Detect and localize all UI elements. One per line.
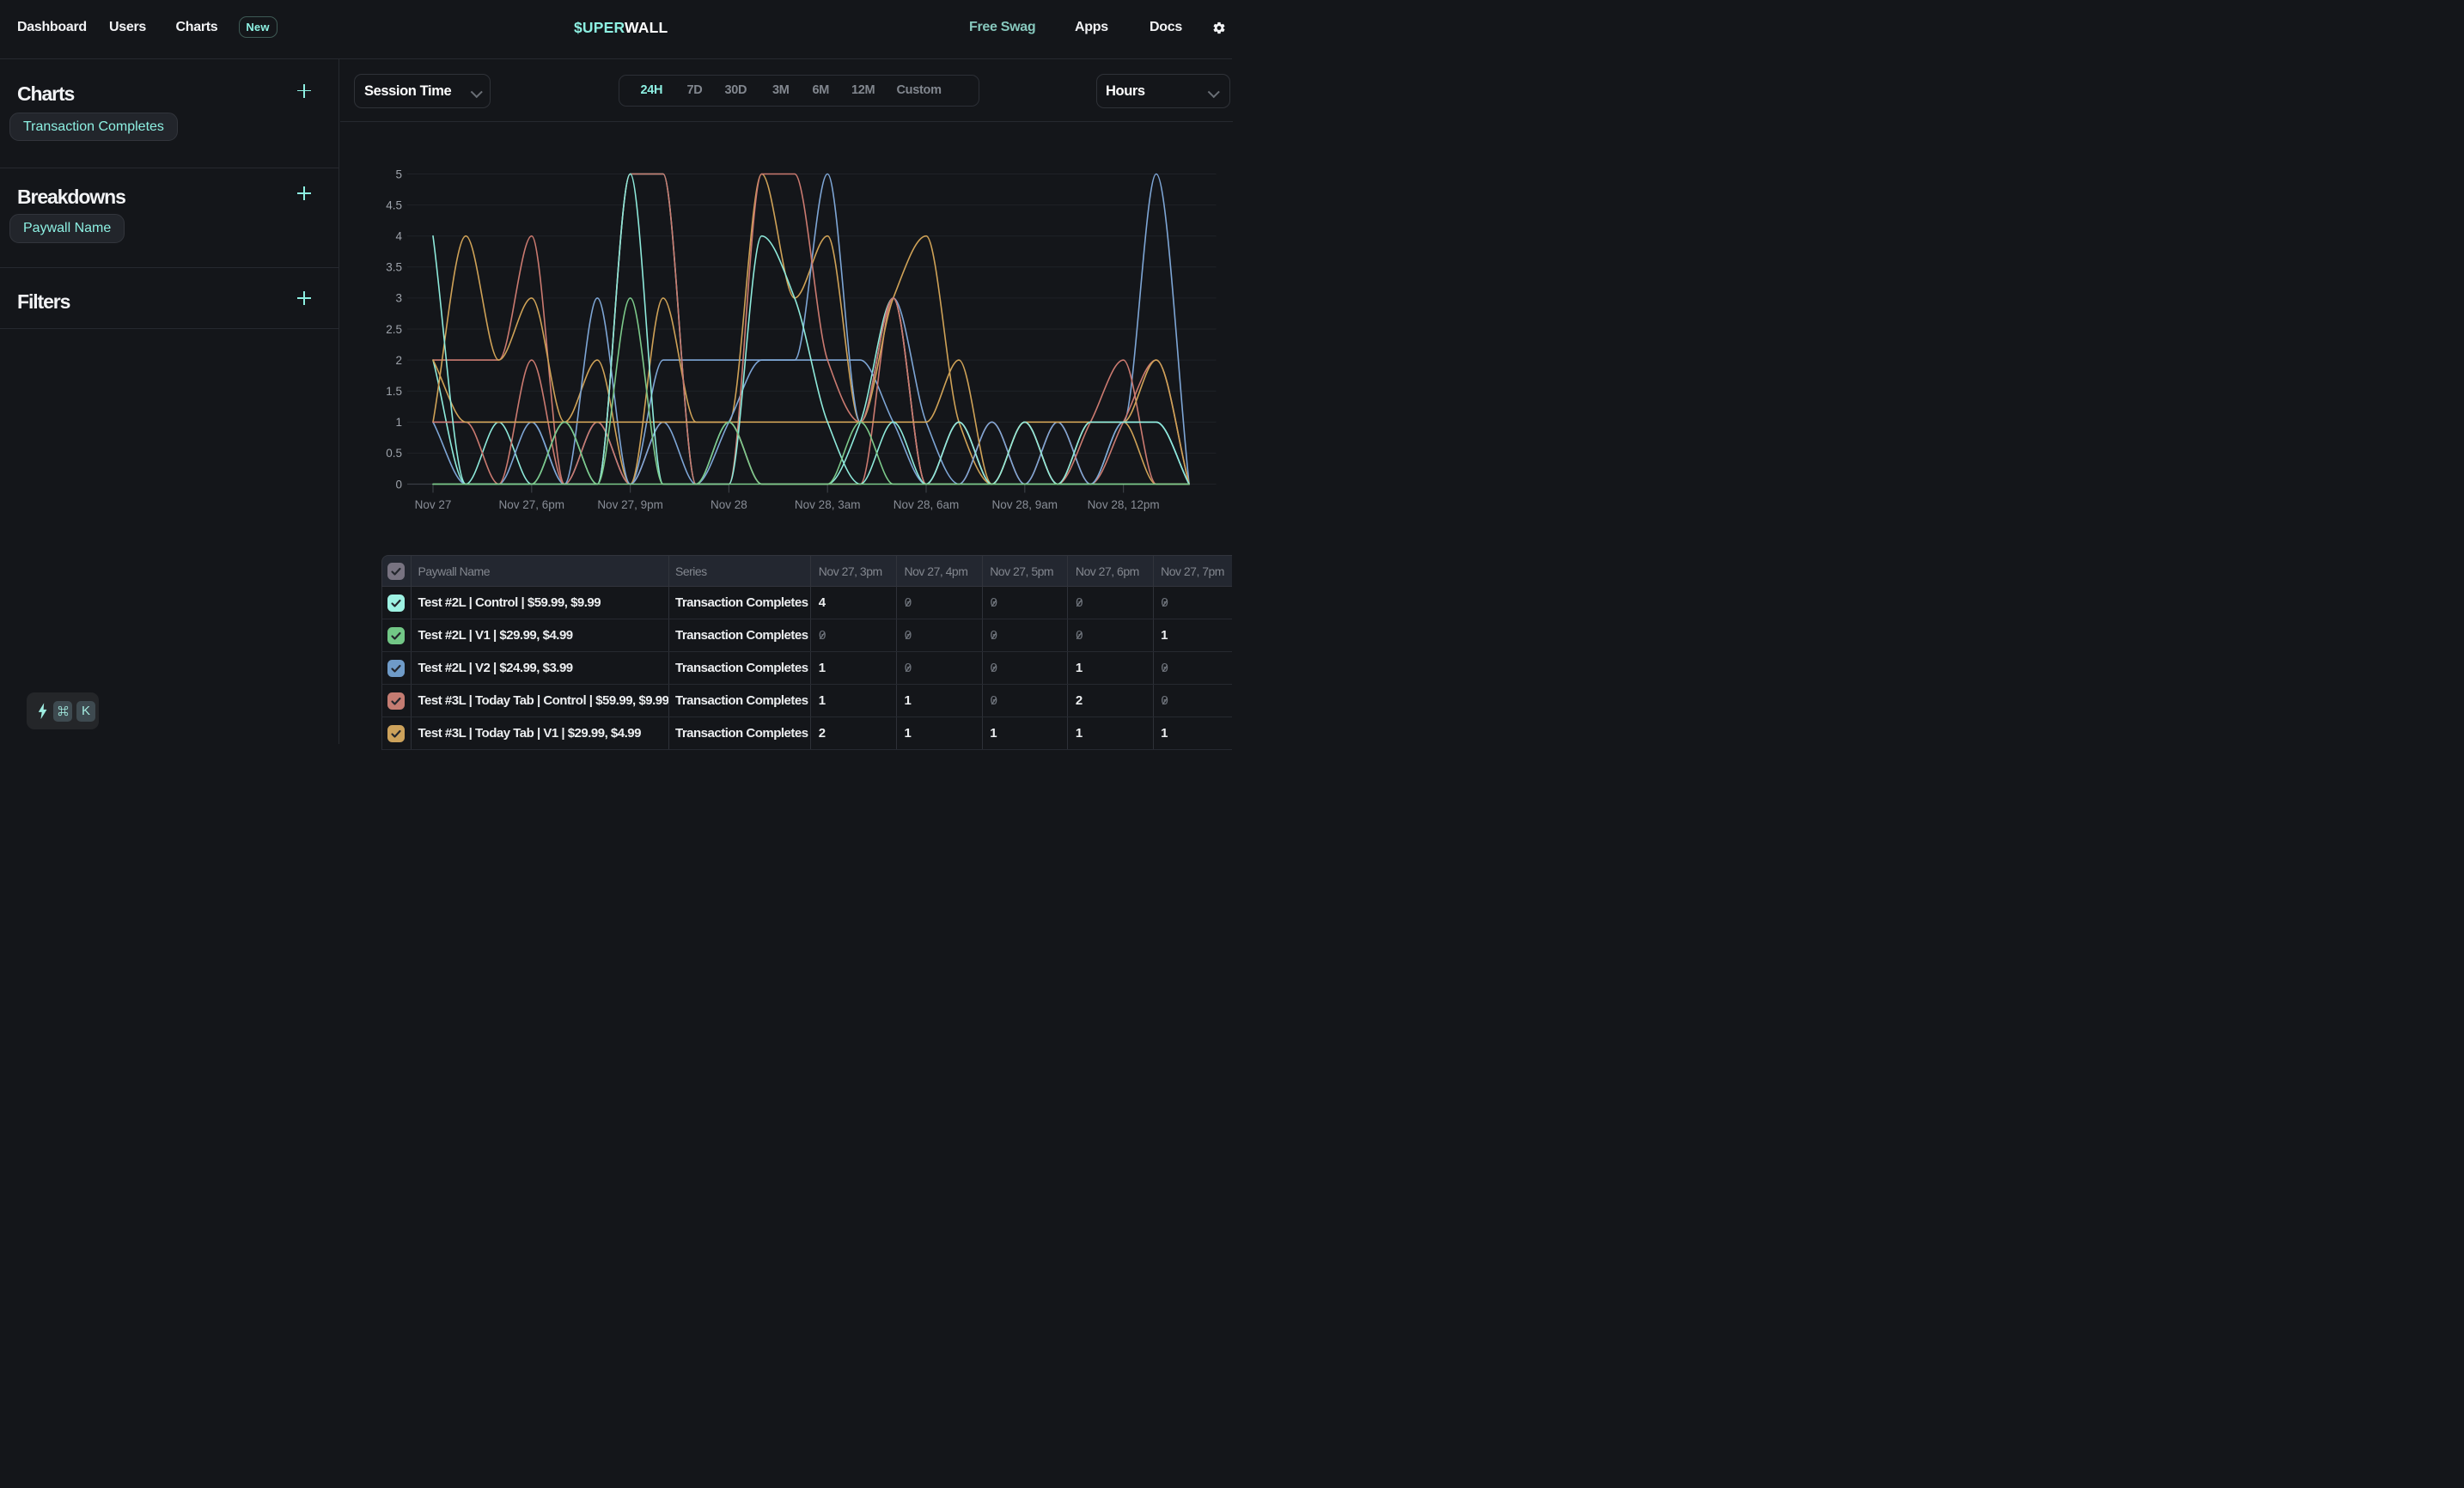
svg-text:1.5: 1.5: [386, 385, 402, 398]
svg-text:Nov 27, 6pm: Nov 27, 6pm: [498, 498, 564, 511]
svg-text:Nov 28, 3am: Nov 28, 3am: [794, 498, 860, 511]
svg-text:0.5: 0.5: [386, 447, 402, 460]
svg-text:Nov 28, 6am: Nov 28, 6am: [893, 498, 959, 511]
svg-text:3: 3: [395, 291, 402, 304]
svg-text:Nov 27: Nov 27: [414, 498, 451, 511]
svg-text:Nov 27, 9pm: Nov 27, 9pm: [597, 498, 663, 511]
svg-text:5: 5: [395, 168, 402, 180]
svg-text:2.5: 2.5: [386, 322, 402, 335]
svg-text:3.5: 3.5: [386, 260, 402, 273]
svg-text:4.5: 4.5: [386, 198, 402, 211]
svg-text:Nov 28, 9am: Nov 28, 9am: [991, 498, 1058, 511]
svg-text:Nov 28, 12pm: Nov 28, 12pm: [1087, 498, 1159, 511]
svg-text:4: 4: [395, 229, 402, 242]
svg-text:Nov 28: Nov 28: [711, 498, 747, 511]
svg-text:1: 1: [395, 416, 402, 429]
svg-text:2: 2: [395, 353, 402, 366]
svg-text:0: 0: [395, 478, 402, 491]
